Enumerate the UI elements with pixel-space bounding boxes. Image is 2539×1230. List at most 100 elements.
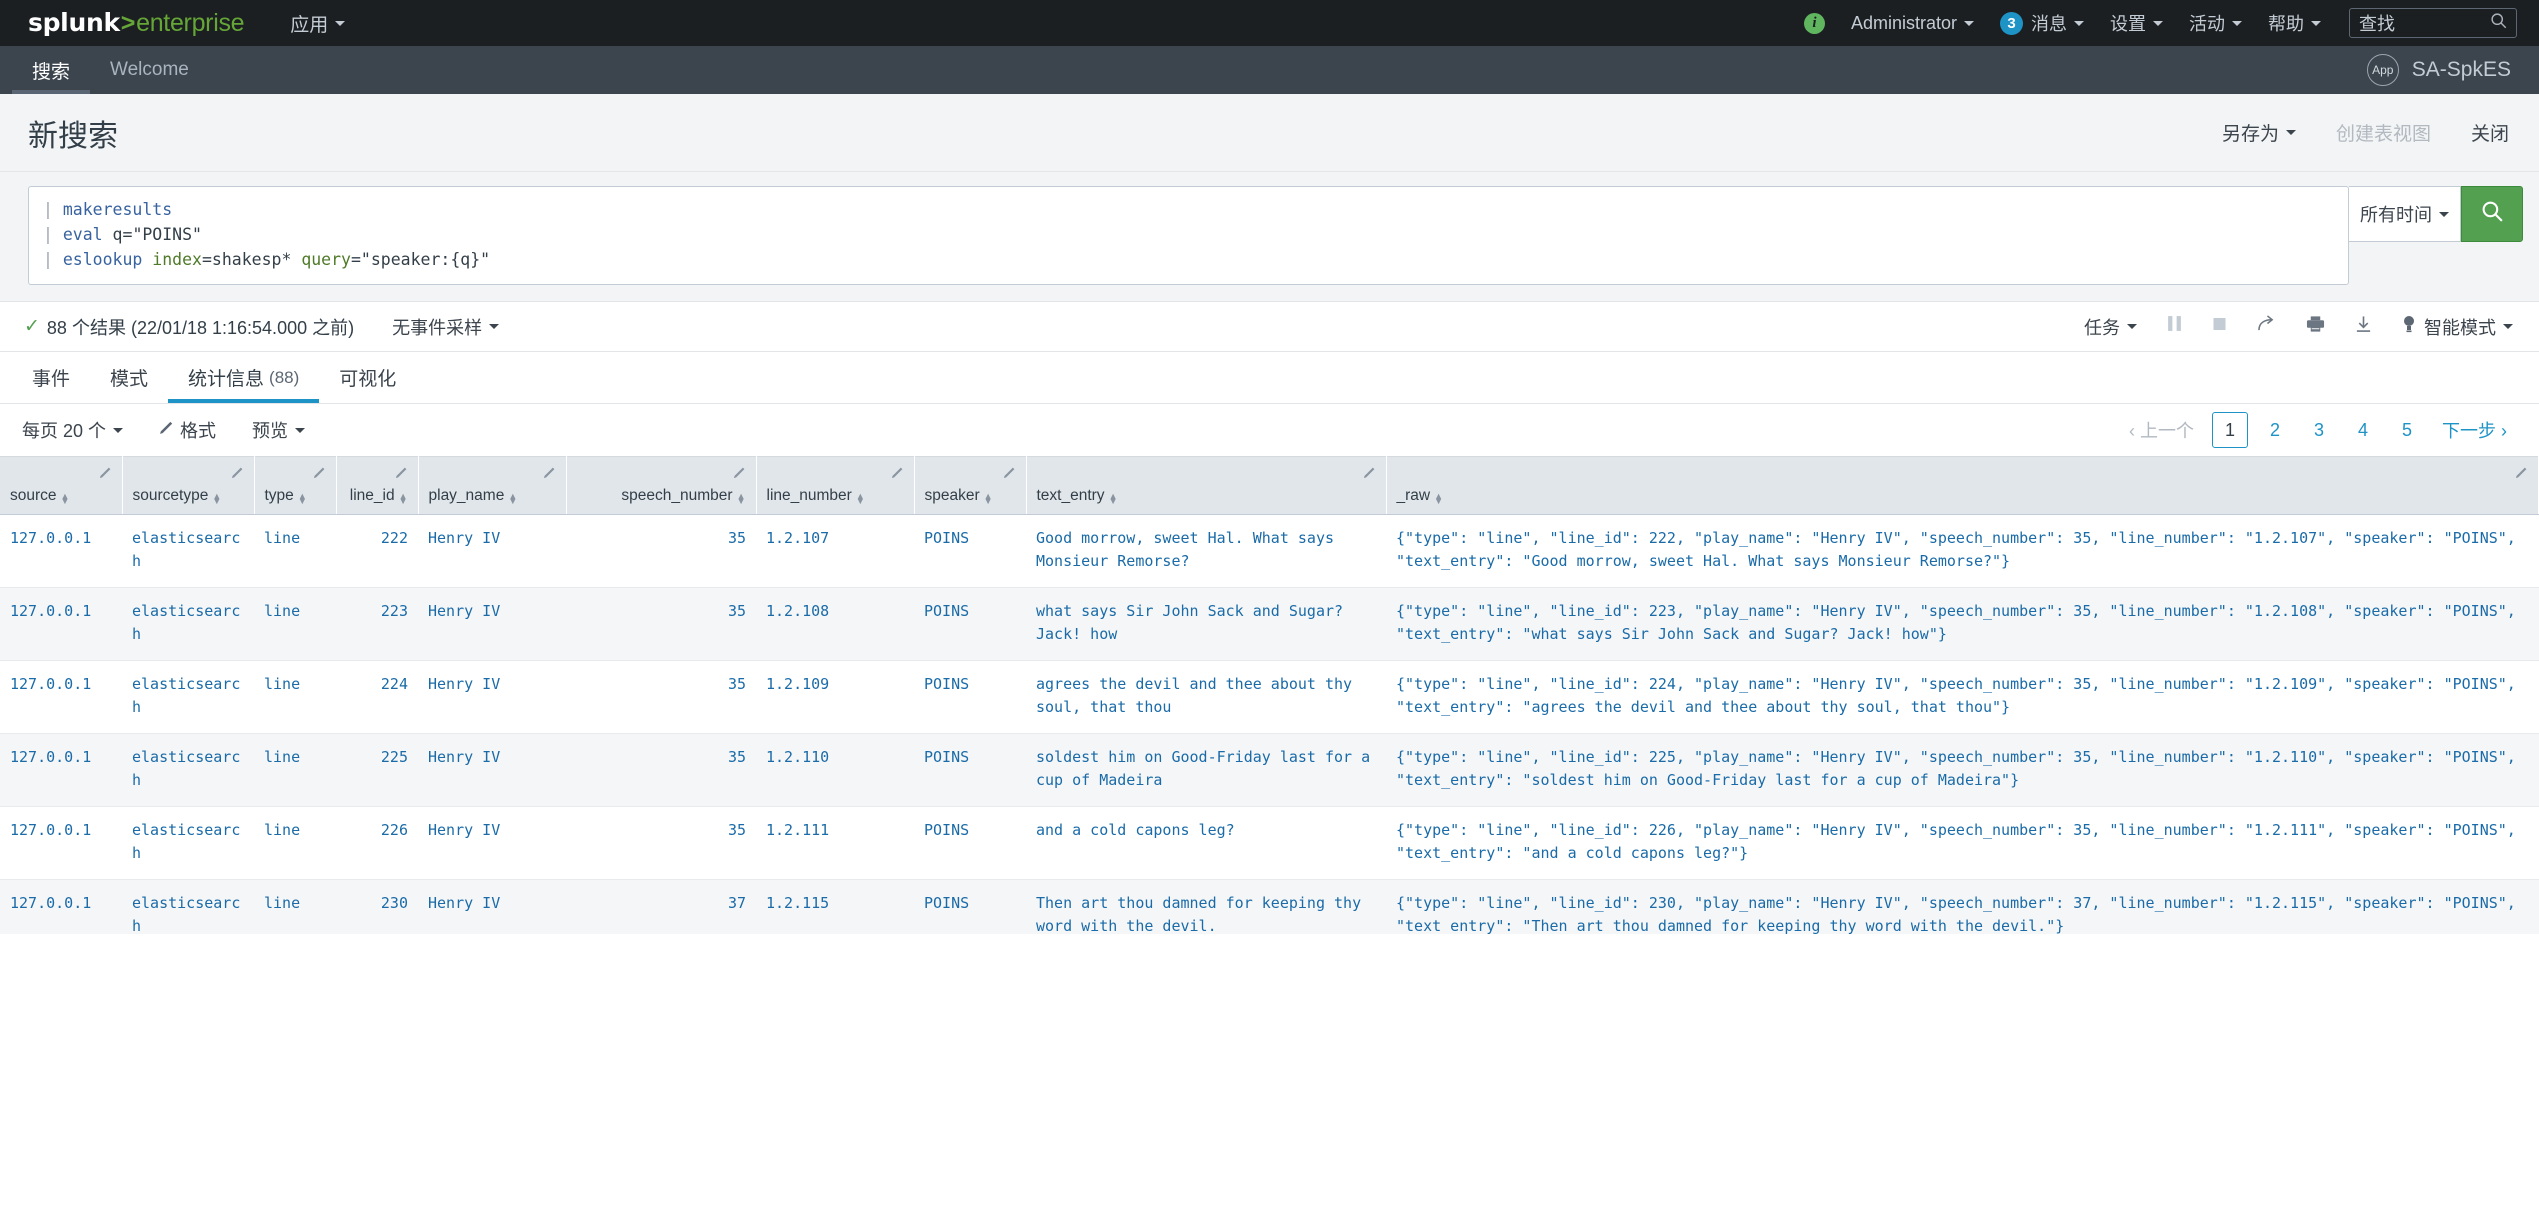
- sort-arrows-icon[interactable]: ▲▼: [1434, 494, 1443, 505]
- sort-arrows-icon[interactable]: ▲▼: [1109, 494, 1118, 505]
- cell-sourcetype[interactable]: elasticsearch: [122, 880, 254, 935]
- cell-type[interactable]: line: [254, 588, 336, 661]
- cell-text_entry[interactable]: Then art thou damned for keeping thy wor…: [1026, 880, 1386, 935]
- pause-button[interactable]: [2167, 315, 2182, 338]
- cell-raw[interactable]: {"type": "line", "line_id": 225, "play_n…: [1386, 734, 2539, 807]
- pagination-page-5[interactable]: 5: [2390, 413, 2424, 447]
- cell-speaker[interactable]: POINS: [914, 807, 1026, 880]
- cell-text_entry[interactable]: Good morrow, sweet Hal. What says Monsie…: [1026, 515, 1386, 588]
- sort-arrows-icon[interactable]: ▲▼: [298, 494, 307, 505]
- user-menu[interactable]: Administrator: [1851, 13, 1974, 34]
- cell-type[interactable]: line: [254, 661, 336, 734]
- cell-speaker[interactable]: POINS: [914, 515, 1026, 588]
- column-edit-pencil-icon[interactable]: [231, 466, 244, 482]
- cell-source[interactable]: 127.0.0.1: [0, 515, 122, 588]
- table-row[interactable]: 127.0.0.1elasticsearchline224Henry IV351…: [0, 661, 2539, 734]
- cell-play_name[interactable]: Henry IV: [418, 515, 566, 588]
- run-search-button[interactable]: [2461, 186, 2523, 242]
- column-header-text_entry[interactable]: text_entry▲▼: [1026, 457, 1386, 515]
- results-table-container[interactable]: source▲▼sourcetype▲▼type▲▼line_id▲▼play_…: [0, 456, 2539, 934]
- cell-type[interactable]: line: [254, 807, 336, 880]
- cell-type[interactable]: line: [254, 734, 336, 807]
- cell-speech_number[interactable]: 35: [566, 515, 756, 588]
- cell-sourcetype[interactable]: elasticsearch: [122, 588, 254, 661]
- appnav-item-search[interactable]: 搜索: [12, 46, 90, 94]
- export-button[interactable]: [2355, 315, 2372, 339]
- column-edit-pencil-icon[interactable]: [313, 466, 326, 482]
- cell-source[interactable]: 127.0.0.1: [0, 880, 122, 935]
- cell-type[interactable]: line: [254, 515, 336, 588]
- cell-type[interactable]: line: [254, 880, 336, 935]
- sort-arrows-icon[interactable]: ▲▼: [856, 494, 865, 505]
- cell-line_number[interactable]: 1.2.110: [756, 734, 914, 807]
- column-header-sourcetype[interactable]: sourcetype▲▼: [122, 457, 254, 515]
- cell-text_entry[interactable]: what says Sir John Sack and Sugar? Jack!…: [1026, 588, 1386, 661]
- spl-query-input[interactable]: | makeresults| eval q="POINS"| eslookup …: [28, 186, 2349, 285]
- cell-text_entry[interactable]: soldest him on Good-Friday last for a cu…: [1026, 734, 1386, 807]
- column-edit-pencil-icon[interactable]: [891, 466, 904, 482]
- column-header-line_number[interactable]: line_number▲▼: [756, 457, 914, 515]
- column-edit-pencil-icon[interactable]: [543, 466, 556, 482]
- cell-speaker[interactable]: POINS: [914, 661, 1026, 734]
- cell-speech_number[interactable]: 35: [566, 661, 756, 734]
- tab-patterns[interactable]: 模式: [90, 352, 168, 403]
- cell-sourcetype[interactable]: elasticsearch: [122, 515, 254, 588]
- job-menu[interactable]: 任务: [2084, 314, 2137, 340]
- cell-source[interactable]: 127.0.0.1: [0, 661, 122, 734]
- tab-events[interactable]: 事件: [12, 352, 90, 403]
- sort-arrows-icon[interactable]: ▲▼: [508, 494, 517, 505]
- help-menu[interactable]: 帮助: [2268, 10, 2321, 36]
- column-edit-pencil-icon[interactable]: [2515, 466, 2528, 482]
- save-as-button[interactable]: 另存为: [2222, 119, 2296, 146]
- cell-speech_number[interactable]: 37: [566, 880, 756, 935]
- sort-arrows-icon[interactable]: ▲▼: [61, 494, 70, 505]
- column-edit-pencil-icon[interactable]: [395, 466, 408, 482]
- cell-source[interactable]: 127.0.0.1: [0, 807, 122, 880]
- cell-play_name[interactable]: Henry IV: [418, 807, 566, 880]
- column-edit-pencil-icon[interactable]: [1003, 466, 1016, 482]
- cell-line_number[interactable]: 1.2.115: [756, 880, 914, 935]
- column-edit-pencil-icon[interactable]: [733, 466, 746, 482]
- info-notification[interactable]: i: [1804, 13, 1825, 34]
- appnav-item-welcome[interactable]: Welcome: [90, 46, 209, 94]
- cell-play_name[interactable]: Henry IV: [418, 661, 566, 734]
- cell-raw[interactable]: {"type": "line", "line_id": 222, "play_n…: [1386, 515, 2539, 588]
- cell-raw[interactable]: {"type": "line", "line_id": 223, "play_n…: [1386, 588, 2539, 661]
- pagination-next[interactable]: 下一步 ›: [2434, 413, 2515, 447]
- cell-line_id[interactable]: 224: [336, 661, 418, 734]
- activity-menu[interactable]: 活动: [2189, 10, 2242, 36]
- cell-line_number[interactable]: 1.2.109: [756, 661, 914, 734]
- event-sampling-dropdown[interactable]: 无事件采样: [392, 314, 499, 340]
- cell-source[interactable]: 127.0.0.1: [0, 734, 122, 807]
- cell-line_number[interactable]: 1.2.107: [756, 515, 914, 588]
- column-header-type[interactable]: type▲▼: [254, 457, 336, 515]
- cell-sourcetype[interactable]: elasticsearch: [122, 807, 254, 880]
- search-mode-dropdown[interactable]: 智能模式: [2402, 314, 2513, 340]
- column-edit-pencil-icon[interactable]: [99, 466, 112, 482]
- cell-raw[interactable]: {"type": "line", "line_id": 226, "play_n…: [1386, 807, 2539, 880]
- settings-menu[interactable]: 设置: [2110, 10, 2163, 36]
- cell-speaker[interactable]: POINS: [914, 734, 1026, 807]
- cell-speaker[interactable]: POINS: [914, 588, 1026, 661]
- column-header-raw[interactable]: _raw▲▼: [1386, 457, 2539, 515]
- pagination-page-2[interactable]: 2: [2258, 413, 2292, 447]
- table-row[interactable]: 127.0.0.1elasticsearchline230Henry IV371…: [0, 880, 2539, 935]
- column-header-speech_number[interactable]: speech_number▲▼: [566, 457, 756, 515]
- format-button[interactable]: 格式: [159, 417, 216, 443]
- cell-line_id[interactable]: 230: [336, 880, 418, 935]
- cell-text_entry[interactable]: and a cold capons leg?: [1026, 807, 1386, 880]
- column-header-speaker[interactable]: speaker▲▼: [914, 457, 1026, 515]
- cell-line_id[interactable]: 223: [336, 588, 418, 661]
- cell-play_name[interactable]: Henry IV: [418, 734, 566, 807]
- messages-menu[interactable]: 3 消息: [2000, 10, 2084, 36]
- cell-sourcetype[interactable]: elasticsearch: [122, 661, 254, 734]
- sort-arrows-icon[interactable]: ▲▼: [984, 494, 993, 505]
- cell-raw[interactable]: {"type": "line", "line_id": 224, "play_n…: [1386, 661, 2539, 734]
- column-header-source[interactable]: source▲▼: [0, 457, 122, 515]
- cell-line_number[interactable]: 1.2.108: [756, 588, 914, 661]
- table-row[interactable]: 127.0.0.1elasticsearchline225Henry IV351…: [0, 734, 2539, 807]
- close-button[interactable]: 关闭: [2471, 119, 2509, 146]
- splunk-logo[interactable]: splunk>enterprise: [28, 8, 244, 38]
- sort-arrows-icon[interactable]: ▲▼: [399, 494, 408, 505]
- column-edit-pencil-icon[interactable]: [1363, 466, 1376, 482]
